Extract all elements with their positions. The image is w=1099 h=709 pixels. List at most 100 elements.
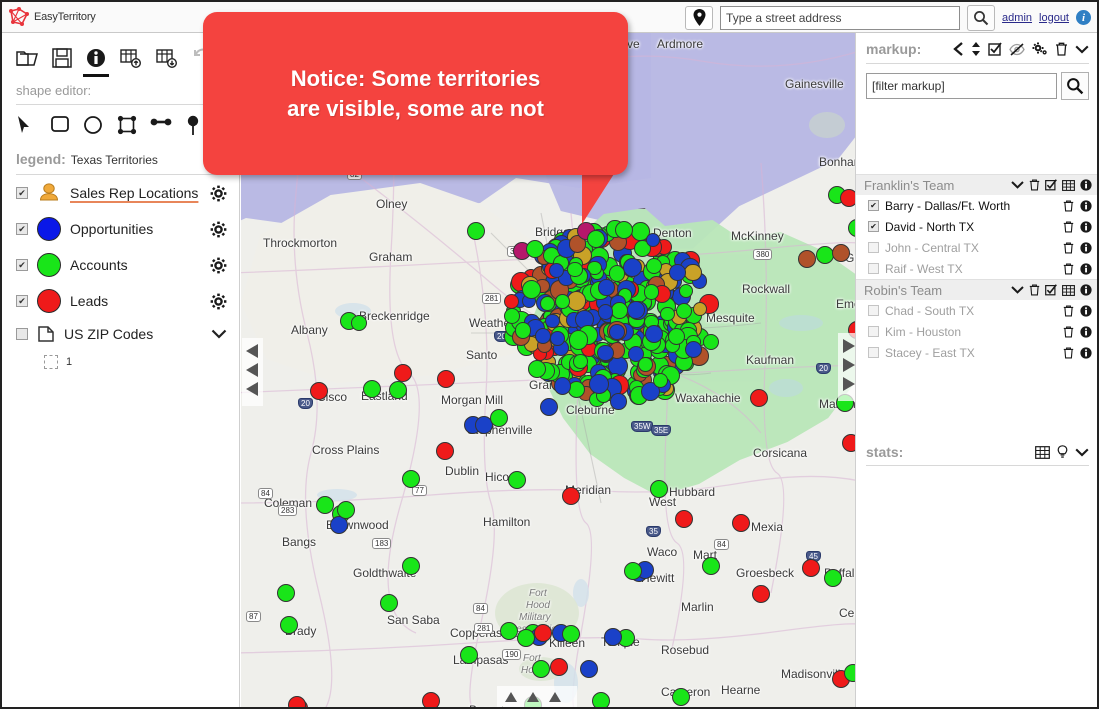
map-marker[interactable] <box>592 692 610 707</box>
map-marker[interactable] <box>798 250 816 268</box>
map-marker[interactable] <box>436 442 454 460</box>
info-icon[interactable] <box>1080 199 1092 212</box>
map-marker[interactable] <box>802 559 820 577</box>
markup-group-header[interactable]: Franklin's Team <box>856 174 1097 195</box>
map-marker[interactable] <box>337 501 355 519</box>
map-marker[interactable] <box>500 622 518 640</box>
map-marker[interactable] <box>540 398 558 416</box>
map-marker[interactable] <box>672 688 690 706</box>
info-icon[interactable] <box>1080 179 1092 191</box>
map-marker[interactable] <box>567 261 583 278</box>
grid-table-icon[interactable] <box>1062 179 1075 191</box>
grid-table-icon[interactable] <box>1062 284 1075 296</box>
markup-item-row[interactable]: Stacey - East TX <box>856 342 1097 363</box>
pointer-tool-icon[interactable] <box>16 115 37 137</box>
info-icon[interactable] <box>83 48 109 77</box>
map-marker[interactable] <box>626 301 645 320</box>
info-icon[interactable] <box>1080 325 1092 338</box>
admin-link[interactable]: admin <box>1002 12 1032 24</box>
map-marker[interactable] <box>554 377 572 395</box>
polygon-tool-icon[interactable] <box>117 115 138 137</box>
map-marker[interactable] <box>702 557 720 575</box>
info-icon[interactable] <box>1080 284 1092 296</box>
map-marker[interactable] <box>580 660 598 678</box>
map-marker[interactable] <box>394 364 412 382</box>
map-marker[interactable] <box>660 306 675 322</box>
map-marker[interactable] <box>604 628 622 646</box>
markup-item-checkbox[interactable]: ✔ <box>868 221 879 232</box>
line-tool-icon[interactable] <box>150 115 172 137</box>
gear-icon[interactable] <box>210 185 227 202</box>
markup-item-row[interactable]: John - Central TX <box>856 237 1097 258</box>
info-icon[interactable] <box>1080 346 1092 359</box>
map-marker[interactable] <box>598 279 615 296</box>
markup-item-checkbox[interactable] <box>868 263 879 274</box>
markup-item-checkbox[interactable] <box>868 326 879 337</box>
grid-table-icon[interactable] <box>1035 445 1050 459</box>
trash-icon[interactable] <box>1063 326 1074 338</box>
info-icon[interactable] <box>1080 262 1092 275</box>
map-marker[interactable] <box>402 557 420 575</box>
map-marker[interactable] <box>402 470 420 488</box>
map-marker[interactable] <box>589 374 610 394</box>
search-input[interactable] <box>720 5 961 30</box>
delete-trash-icon[interactable] <box>1055 42 1068 56</box>
trash-icon[interactable] <box>1029 284 1040 296</box>
markup-group-header[interactable]: Robin's Team <box>856 279 1097 300</box>
markup-item-checkbox[interactable]: ✔ <box>868 200 879 211</box>
map-marker[interactable] <box>609 324 625 340</box>
map-marker[interactable] <box>622 257 642 277</box>
check-box-icon[interactable] <box>1045 284 1057 296</box>
map-marker[interactable] <box>380 594 398 612</box>
map-marker[interactable] <box>490 409 508 427</box>
settings-gears-icon[interactable] <box>1032 42 1048 56</box>
collapse-left-icon[interactable] <box>953 42 964 56</box>
map-pin-icon[interactable] <box>685 5 714 30</box>
map-marker[interactable] <box>280 616 298 634</box>
legend-checkbox[interactable]: ✔ <box>16 295 28 307</box>
chevron-down-icon[interactable] <box>211 329 227 339</box>
chevron-down-icon[interactable] <box>1075 45 1089 54</box>
markup-item-row[interactable]: Raif - West TX <box>856 258 1097 279</box>
sort-updown-icon[interactable] <box>971 42 981 56</box>
map-marker[interactable] <box>684 263 702 281</box>
pan-up-arrows-icon[interactable] <box>497 686 577 707</box>
info-icon[interactable] <box>1080 241 1092 254</box>
rectangle-tool-icon[interactable] <box>50 115 71 137</box>
markup-item-row[interactable]: ✔ David - North TX <box>856 216 1097 237</box>
markup-filter-input[interactable] <box>866 73 1057 99</box>
map-marker[interactable] <box>637 356 653 372</box>
map-marker[interactable] <box>460 646 478 664</box>
trash-icon[interactable] <box>1063 221 1074 233</box>
chevron-down-icon[interactable] <box>1011 286 1024 294</box>
map-marker[interactable] <box>611 302 628 319</box>
map-marker[interactable] <box>508 471 526 489</box>
chevron-down-icon[interactable] <box>1075 448 1089 457</box>
map-marker[interactable] <box>750 389 768 407</box>
gear-icon[interactable] <box>210 293 227 310</box>
markup-search-button[interactable] <box>1061 72 1089 100</box>
markup-item-checkbox[interactable] <box>868 305 879 316</box>
check-box-icon[interactable] <box>1045 179 1057 191</box>
logout-link[interactable]: logout <box>1039 12 1069 24</box>
map-marker[interactable] <box>562 487 580 505</box>
open-folder-icon[interactable] <box>16 48 38 70</box>
map-marker[interactable] <box>568 330 588 350</box>
markup-item-row[interactable]: Chad - South TX <box>856 300 1097 321</box>
map-marker[interactable] <box>573 354 588 369</box>
trash-icon[interactable] <box>1063 347 1074 359</box>
markup-item-checkbox[interactable] <box>868 347 879 358</box>
map-marker[interactable] <box>517 629 535 647</box>
map-marker[interactable] <box>832 244 850 262</box>
map-marker[interactable] <box>652 372 668 388</box>
map-marker[interactable] <box>610 393 627 411</box>
chevron-down-icon[interactable] <box>1011 181 1024 189</box>
legend-item-opportunities[interactable]: ✔ Opportunities <box>2 211 239 247</box>
map-marker[interactable] <box>437 370 455 388</box>
trash-icon[interactable] <box>1063 305 1074 317</box>
lightbulb-icon[interactable] <box>1057 445 1068 459</box>
search-icon[interactable] <box>967 4 996 31</box>
map-marker[interactable] <box>550 658 568 676</box>
map-marker[interactable] <box>824 569 842 587</box>
legend-checkbox[interactable] <box>16 328 28 340</box>
